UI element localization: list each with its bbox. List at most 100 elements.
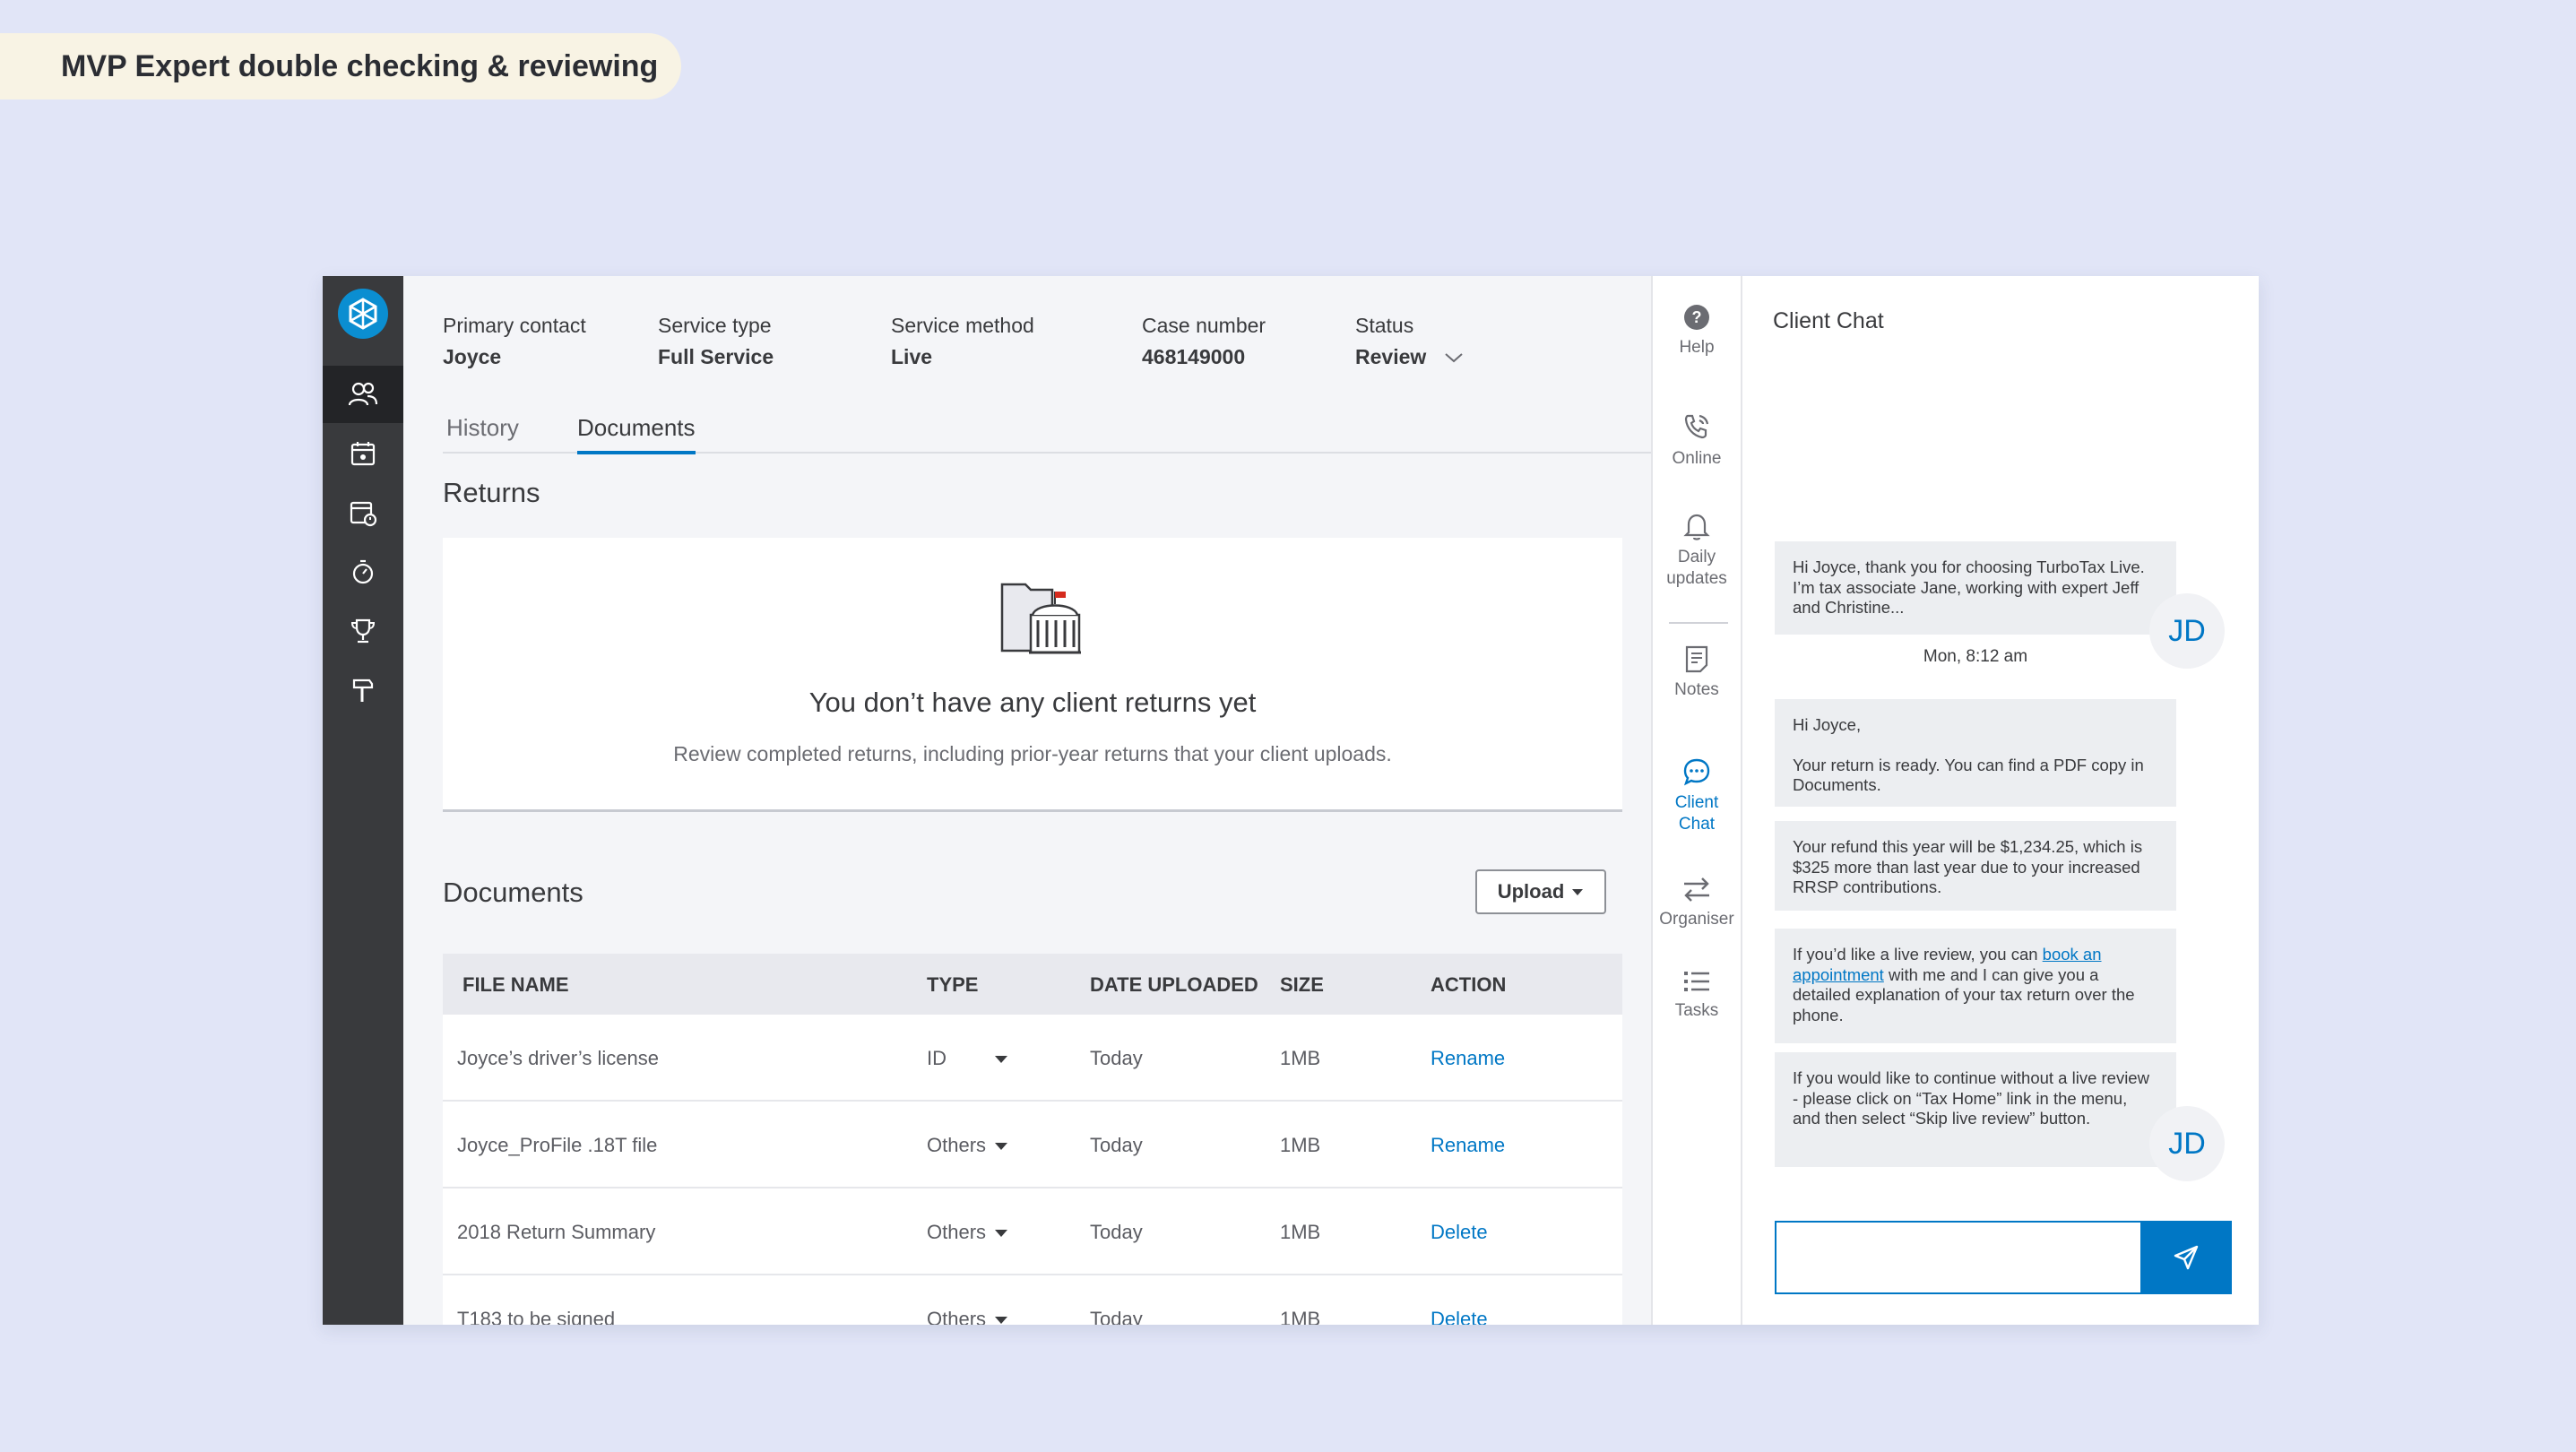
trophy-icon — [350, 618, 376, 644]
file-date: Today — [1090, 1047, 1143, 1069]
table-row: Joyce’s driver’s license ID Today 1MB Re… — [443, 1015, 1622, 1102]
file-size: 1MB — [1280, 1047, 1321, 1069]
chat-message: Your refund this year will be $1,234.25,… — [1775, 821, 2176, 911]
caret-down-icon — [1572, 889, 1584, 895]
file-name: Joyce_ProFile .18T file — [457, 1134, 658, 1156]
chat-message: If you would like to continue without a … — [1775, 1052, 2176, 1167]
file-size: 1MB — [1280, 1221, 1321, 1243]
type-dropdown-caret[interactable] — [995, 1317, 1007, 1324]
tab-documents[interactable]: Documents — [577, 414, 696, 454]
empty-subtitle: Review completed returns, including prio… — [673, 742, 1392, 765]
nav-schedule[interactable] — [323, 484, 403, 541]
file-name: T183 to be signed — [457, 1308, 616, 1325]
banner-title: MVP Expert double checking & reviewing — [61, 48, 659, 83]
service-type-value: Full Service — [658, 345, 774, 368]
col-type[interactable]: TYPE — [927, 973, 978, 997]
rename-link[interactable]: Rename — [1431, 1047, 1505, 1070]
rail-organiser-label: Organiser — [1659, 910, 1734, 929]
file-size: 1MB — [1280, 1308, 1321, 1325]
nav-timer[interactable] — [323, 543, 403, 601]
file-type[interactable]: Others — [927, 1134, 986, 1157]
primary-contact-label: Primary contact — [443, 314, 586, 337]
users-icon — [348, 382, 378, 406]
file-size: 1MB — [1280, 1134, 1321, 1156]
chat-message-input[interactable] — [1775, 1221, 2140, 1294]
nav-clients[interactable] — [323, 366, 403, 423]
service-method-value: Live — [891, 345, 933, 368]
chat-message-line: Hi Joyce, — [1793, 715, 1862, 734]
bell-icon — [1683, 514, 1710, 540]
service-method: Service method Live — [891, 314, 1034, 369]
delete-link[interactable]: Delete — [1431, 1221, 1488, 1244]
svg-text:?: ? — [1692, 308, 1702, 326]
chat-message-text: If you’d like a live review, you can — [1793, 945, 2043, 964]
chat-message: If you’d like a live review, you can boo… — [1775, 929, 2176, 1043]
file-date: Today — [1090, 1221, 1143, 1243]
right-rail: ? Help Online Daily updates Notes Client… — [1651, 276, 1742, 1325]
documents-table: FILE NAME TYPE DATE UPLOADED SIZE ACTION… — [443, 954, 1622, 1325]
col-file-name[interactable]: FILE NAME — [462, 973, 569, 997]
delete-link[interactable]: Delete — [1431, 1308, 1488, 1325]
hammer-icon — [352, 678, 374, 702]
service-method-label: Service method — [891, 314, 1034, 337]
file-type[interactable]: Others — [927, 1308, 986, 1325]
nav-achievements[interactable] — [323, 602, 403, 660]
rename-link[interactable]: Rename — [1431, 1134, 1505, 1157]
rail-daily-updates[interactable]: Daily updates — [1653, 511, 1741, 590]
calendar-clock-icon — [350, 501, 377, 527]
chevron-down-icon[interactable] — [1443, 351, 1465, 364]
app-window: Primary contact Joyce Service type Full … — [323, 276, 2259, 1325]
service-type-label: Service type — [658, 314, 772, 337]
file-date: Today — [1090, 1308, 1143, 1325]
rail-notes[interactable]: Notes — [1653, 644, 1741, 701]
calendar-star-icon — [350, 442, 376, 466]
send-button[interactable] — [2140, 1221, 2232, 1294]
chat-title: Client Chat — [1773, 308, 1884, 333]
case-number-label: Case number — [1142, 314, 1266, 337]
avatar: JD — [2149, 1106, 2225, 1181]
rail-help[interactable]: ? Help — [1653, 303, 1741, 359]
case-number: Case number 468149000 — [1142, 314, 1266, 369]
col-date-uploaded[interactable]: DATE UPLOADED — [1090, 973, 1258, 997]
rail-online[interactable]: Online — [1653, 411, 1741, 470]
table-row: T183 to be signed Others Today 1MB Delet… — [443, 1275, 1622, 1325]
type-dropdown-caret[interactable] — [995, 1056, 1007, 1063]
type-dropdown-caret[interactable] — [995, 1143, 1007, 1150]
rail-organiser[interactable]: Organiser — [1653, 875, 1741, 930]
rail-tasks[interactable]: Tasks — [1653, 968, 1741, 1022]
returns-title: Returns — [443, 477, 540, 508]
upload-button[interactable]: Upload — [1475, 869, 1606, 914]
rail-client-chat[interactable]: Client Chat — [1653, 756, 1741, 835]
nav-tools[interactable] — [323, 661, 403, 719]
file-name: 2018 Return Summary — [457, 1221, 656, 1243]
file-type[interactable]: Others — [927, 1221, 986, 1244]
app-logo[interactable] — [338, 289, 388, 339]
phone-icon — [1684, 414, 1709, 439]
notes-icon — [1685, 645, 1708, 673]
table-header: FILE NAME TYPE DATE UPLOADED SIZE ACTION — [443, 954, 1622, 1015]
col-size[interactable]: SIZE — [1280, 973, 1324, 997]
help-icon: ? — [1684, 305, 1709, 330]
rail-daily-label-2: updates — [1666, 569, 1727, 588]
left-nav — [323, 276, 403, 1325]
primary-contact-value: Joyce — [443, 345, 502, 368]
chat-timestamp: Mon, 8:12 am — [1923, 647, 2028, 666]
service-type: Service type Full Service — [658, 314, 774, 369]
returns-empty-state: You don’t have any client returns yet Re… — [443, 538, 1622, 812]
status-dropdown[interactable]: Status Review — [1355, 314, 1426, 369]
chat-icon — [1683, 758, 1710, 786]
primary-contact: Primary contact Joyce — [443, 314, 586, 369]
col-action: ACTION — [1431, 973, 1507, 996]
status-value: Review — [1355, 345, 1427, 368]
file-type[interactable]: ID — [927, 1047, 947, 1070]
rail-daily-label-1: Daily — [1677, 548, 1716, 566]
rail-chat-label-2: Chat — [1678, 815, 1716, 834]
folder-bank-icon — [1000, 583, 1081, 654]
type-dropdown-caret[interactable] — [995, 1230, 1007, 1237]
rail-notes-label: Notes — [1674, 680, 1719, 699]
tab-history[interactable]: History — [446, 414, 519, 451]
chat-message: Hi Joyce, Your return is ready. You can … — [1775, 699, 2176, 807]
rail-online-label: Online — [1672, 449, 1722, 468]
page-banner: MVP Expert double checking & reviewing — [0, 33, 681, 99]
nav-calendar[interactable] — [323, 425, 403, 482]
